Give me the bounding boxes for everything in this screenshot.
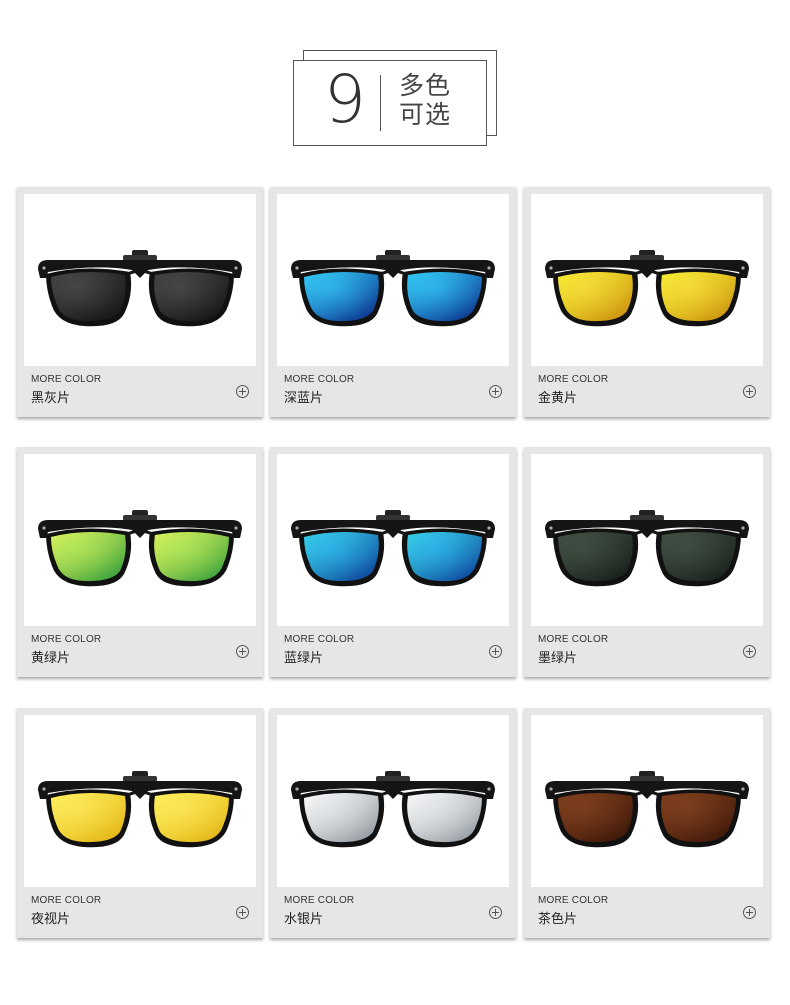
lens-color-name: 黑灰片 [31,391,71,406]
lens-color-name: 水银片 [284,912,324,927]
more-color-label: MORE COLOR [538,634,609,645]
lens-color-name: 金黄片 [538,391,578,406]
color-option-card[interactable]: MORE COLOR 蓝绿片 [270,447,516,677]
lens-color-name: 墨绿片 [538,651,578,666]
sunglasses-image [38,510,242,587]
more-color-label: MORE COLOR [31,895,102,906]
plus-circle-icon[interactable] [743,906,756,919]
badge-caption: 多色 可选 [399,71,451,129]
color-option-card[interactable]: MORE COLOR 黑灰片 [17,187,263,417]
sunglasses-image [38,250,242,327]
sunglasses-image [545,250,749,327]
plus-circle-icon[interactable] [743,385,756,398]
plus-circle-icon[interactable] [489,906,502,919]
badge-caption-line2: 可选 [399,100,452,129]
product-photo [24,454,256,626]
plus-circle-icon[interactable] [489,385,502,398]
product-photo [531,454,763,626]
color-option-card[interactable]: MORE COLOR 金黄片 [524,187,770,417]
more-color-label: MORE COLOR [31,634,102,645]
more-color-label: MORE COLOR [538,374,609,385]
sunglasses-image [291,250,495,327]
color-option-card[interactable]: MORE COLOR 水银片 [270,708,516,938]
color-option-card[interactable]: MORE COLOR 茶色片 [524,708,770,938]
more-color-label: MORE COLOR [284,374,355,385]
product-photo [531,715,763,887]
lens-color-name: 夜视片 [31,912,71,927]
lens-color-name: 蓝绿片 [284,651,324,666]
product-photo [531,194,763,366]
badge-caption-line1: 多色 [399,71,452,100]
color-count-number: 9 [324,61,366,138]
more-color-label: MORE COLOR [284,634,355,645]
sunglasses-image [291,510,495,587]
sunglasses-image [291,771,495,848]
product-photo [277,194,509,366]
lens-color-name: 深蓝片 [284,391,324,406]
more-color-label: MORE COLOR [284,895,355,906]
plus-circle-icon[interactable] [236,645,249,658]
plus-circle-icon[interactable] [743,645,756,658]
badge-divider [380,75,381,131]
more-color-label: MORE COLOR [538,895,609,906]
more-color-label: MORE COLOR [31,374,102,385]
plus-circle-icon[interactable] [489,645,502,658]
color-option-card[interactable]: MORE COLOR 深蓝片 [270,187,516,417]
sunglasses-image [38,771,242,848]
color-option-card[interactable]: MORE COLOR 夜视片 [17,708,263,938]
product-photo [277,454,509,626]
color-count-badge: 9 多色 可选 [293,60,487,146]
plus-circle-icon[interactable] [236,906,249,919]
product-photo [24,715,256,887]
plus-circle-icon[interactable] [236,385,249,398]
sunglasses-image [545,510,749,587]
product-photo [277,715,509,887]
sunglasses-image [545,771,749,848]
lens-color-name: 茶色片 [538,912,578,927]
color-option-card[interactable]: MORE COLOR 墨绿片 [524,447,770,677]
lens-color-name: 黄绿片 [31,651,71,666]
product-photo [24,194,256,366]
color-option-card[interactable]: MORE COLOR 黄绿片 [17,447,263,677]
